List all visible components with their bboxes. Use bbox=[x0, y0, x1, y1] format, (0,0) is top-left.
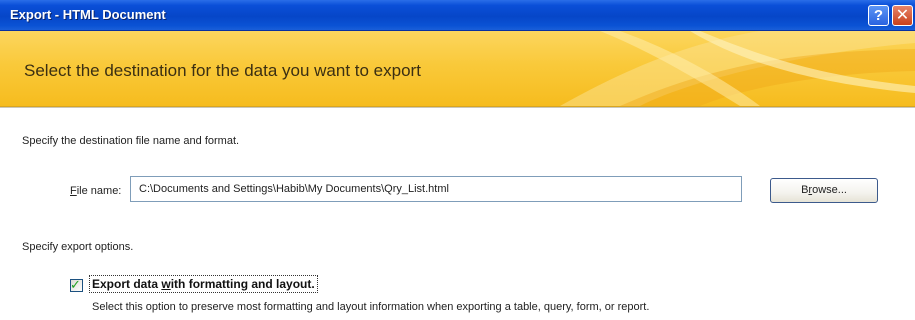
file-name-label-text: ile name: bbox=[76, 185, 122, 197]
export-formatting-description: Select this option to preserve most form… bbox=[92, 301, 650, 313]
banner-heading: Select the destination for the data you … bbox=[24, 61, 421, 80]
file-name-label: File name: bbox=[70, 185, 121, 197]
browse-label-rest: owse... bbox=[812, 184, 847, 196]
dialog-content: Specify the destination file name and fo… bbox=[0, 107, 915, 320]
window-title: Export - HTML Document bbox=[10, 7, 166, 22]
export-label-accesskey: w bbox=[161, 277, 171, 291]
file-name-label-accesskey: F bbox=[70, 185, 77, 197]
header-banner: Select the destination for the data you … bbox=[0, 31, 915, 107]
help-button[interactable]: ? bbox=[868, 5, 889, 26]
close-button[interactable]: ✕ bbox=[892, 5, 913, 26]
export-label-after: ith formatting and layout. bbox=[170, 277, 315, 291]
export-dialog: Export - HTML Document ? ✕ Select the de… bbox=[0, 0, 915, 320]
file-name-input[interactable] bbox=[130, 176, 742, 202]
export-formatting-label[interactable]: Export data with formatting and layout. bbox=[89, 275, 318, 293]
checkmark-icon: ✓ bbox=[70, 277, 81, 292]
browse-button[interactable]: Browse... bbox=[770, 178, 878, 203]
export-formatting-checkbox[interactable]: ✓ bbox=[70, 277, 83, 292]
title-bar[interactable]: Export - HTML Document ? ✕ bbox=[0, 0, 915, 31]
destination-prompt: Specify the destination file name and fo… bbox=[22, 135, 240, 147]
export-label-before: Export data bbox=[92, 277, 162, 291]
options-prompt: Specify export options. bbox=[22, 241, 134, 253]
